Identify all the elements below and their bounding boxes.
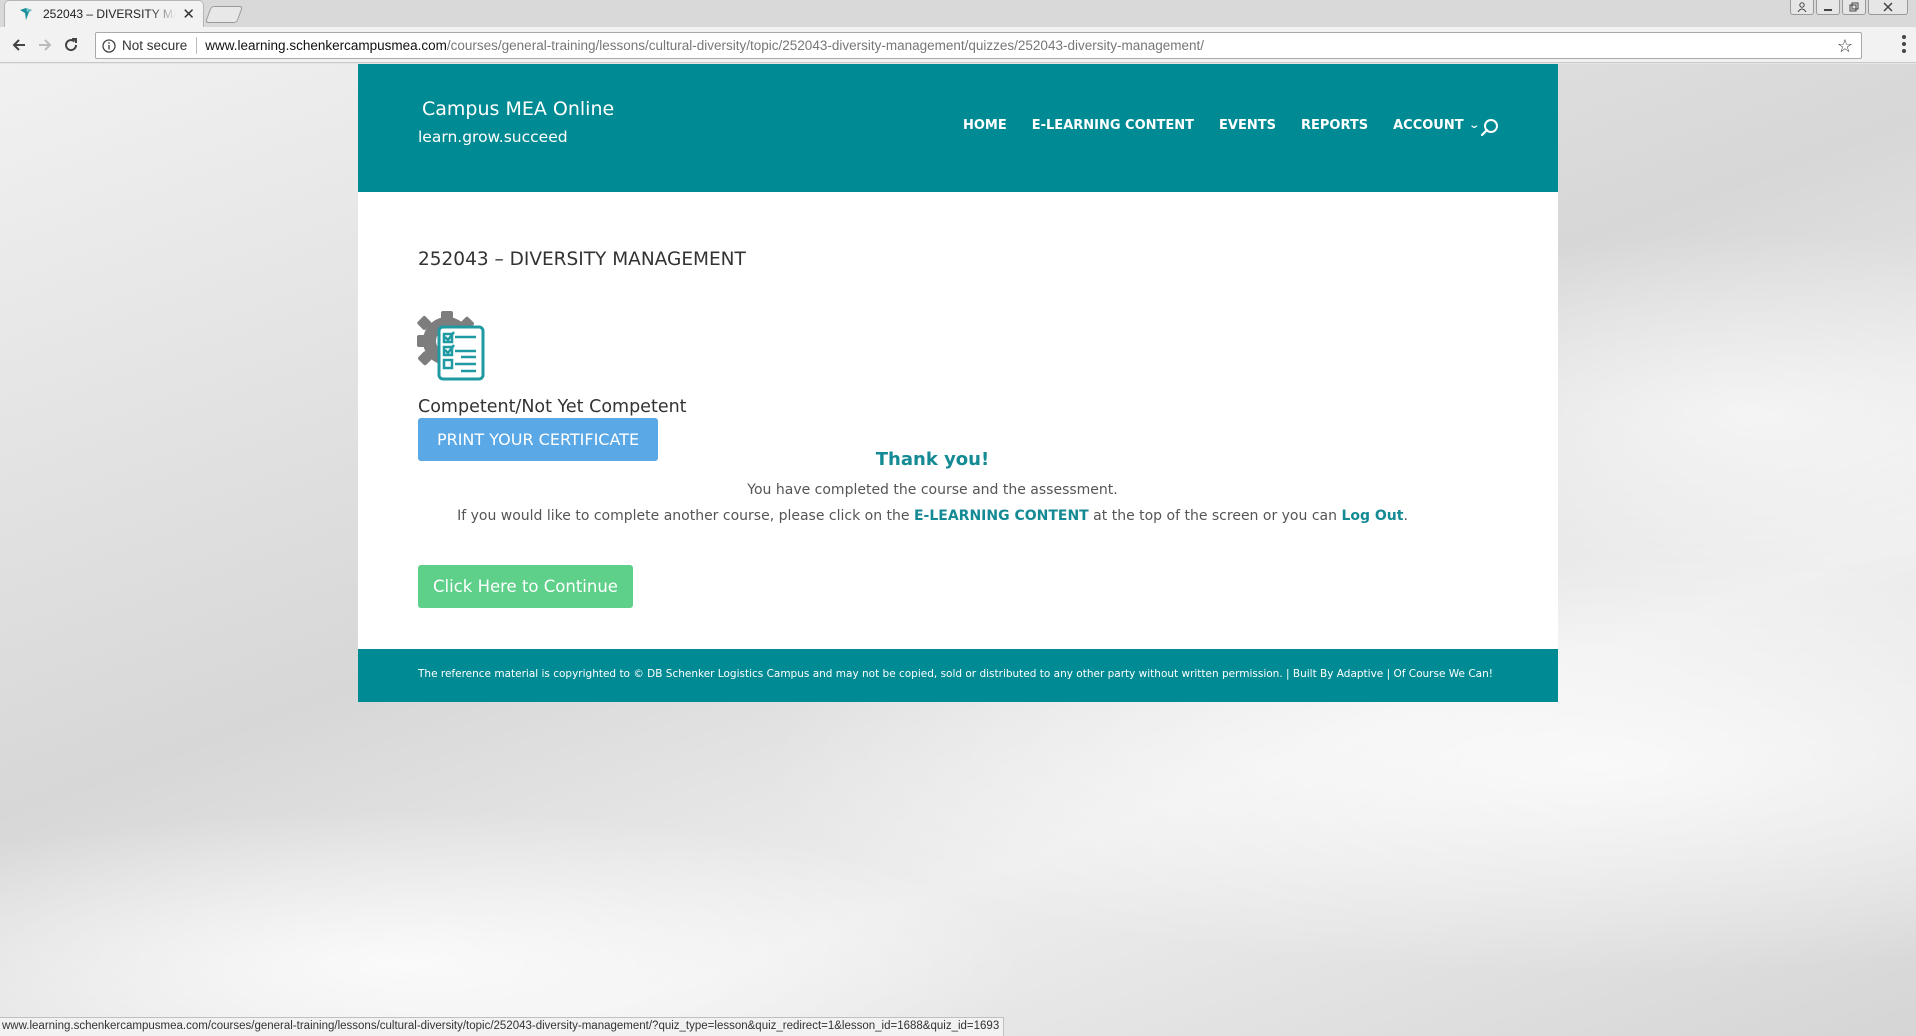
page-viewport: Campus MEA Online learn.grow.succeed HOM… — [0, 64, 1916, 1036]
restore-icon[interactable] — [1842, 0, 1866, 15]
next-course-message: If you would like to complete another co… — [358, 508, 1447, 524]
url-text[interactable]: www.learning.schenkercampusmea.com/cours… — [197, 38, 1204, 53]
nav-home[interactable]: HOME — [963, 118, 1007, 133]
message-part-1: If you would like to complete another co… — [457, 508, 914, 524]
result-label: Competent/Not Yet Competent — [418, 397, 687, 417]
nav-e-learning-content[interactable]: E-LEARNING CONTENT — [1032, 118, 1194, 133]
tab-close-icon[interactable]: ✕ — [182, 5, 195, 23]
site-header: Campus MEA Online learn.grow.succeed HOM… — [358, 64, 1558, 192]
window-controls — [1790, 0, 1908, 16]
chevron-down-icon: ⌄ — [1467, 120, 1480, 131]
page-title: 252043 – DIVERSITY MANAGEMENT — [418, 249, 746, 270]
user-profile-icon[interactable] — [1790, 0, 1814, 15]
message-part-3: . — [1403, 508, 1408, 524]
url-path: /courses/general-training/lessons/cultur… — [446, 38, 1205, 53]
nav-account-label: ACCOUNT — [1393, 118, 1464, 133]
site-tagline: learn.grow.succeed — [418, 128, 568, 146]
thank-you-heading: Thank you! — [875, 449, 990, 470]
page-container: Campus MEA Online learn.grow.succeed HOM… — [358, 64, 1558, 702]
main-nav: HOME E-LEARNING CONTENT EVENTS REPORTS A… — [963, 118, 1480, 133]
nav-account[interactable]: ACCOUNT ⌄ — [1393, 118, 1480, 133]
site-favicon-icon — [19, 6, 35, 22]
back-arrow-icon[interactable] — [8, 34, 30, 56]
completion-message: You have completed the course and the as… — [747, 482, 1118, 498]
site-title[interactable]: Campus MEA Online — [422, 98, 614, 120]
minimize-icon[interactable] — [1816, 0, 1840, 15]
address-bar[interactable]: Not secure www.learning.schenkercampusme… — [95, 32, 1862, 59]
main-content: 252043 – DIVERSITY MANAGEMENT Competent/… — [358, 192, 1558, 649]
status-bar-url: www.learning.schenkercampusmea.com/cours… — [0, 1017, 1005, 1036]
bookmark-star-icon[interactable]: ☆ — [1837, 36, 1853, 57]
continue-button[interactable]: Click Here to Continue — [418, 565, 633, 608]
e-learning-content-link[interactable]: E-LEARNING CONTENT — [914, 508, 1089, 524]
message-part-2: at the top of the screen or you can — [1088, 508, 1342, 524]
browser-toolbar: Not secure www.learning.schenkercampusme… — [0, 27, 1916, 63]
search-icon[interactable] — [1480, 118, 1500, 138]
log-out-link[interactable]: Log Out — [1341, 508, 1403, 524]
info-icon[interactable] — [102, 38, 116, 53]
browser-tab[interactable]: 252043 – DIVERSITY MANAGEMENT ✕ — [4, 0, 204, 27]
tab-strip: 252043 – DIVERSITY MANAGEMENT ✕ — [0, 0, 1916, 27]
close-window-icon[interactable] — [1868, 0, 1908, 15]
nav-reports[interactable]: REPORTS — [1301, 118, 1368, 133]
security-label[interactable]: Not secure — [116, 37, 198, 54]
footer-copyright: The reference material is copyrighted to… — [418, 668, 1493, 680]
reload-icon[interactable] — [60, 34, 82, 56]
forward-arrow-icon[interactable] — [34, 34, 56, 56]
browser-menu-icon[interactable] — [1902, 35, 1906, 53]
tab-title: 252043 – DIVERSITY MANAGEMENT — [43, 7, 176, 21]
site-footer: The reference material is copyrighted to… — [358, 649, 1558, 702]
new-tab-button[interactable] — [204, 6, 244, 23]
nav-events[interactable]: EVENTS — [1219, 118, 1276, 133]
url-host: www.learning.schenkercampusmea.com — [205, 38, 447, 53]
gear-checklist-icon — [417, 309, 491, 383]
